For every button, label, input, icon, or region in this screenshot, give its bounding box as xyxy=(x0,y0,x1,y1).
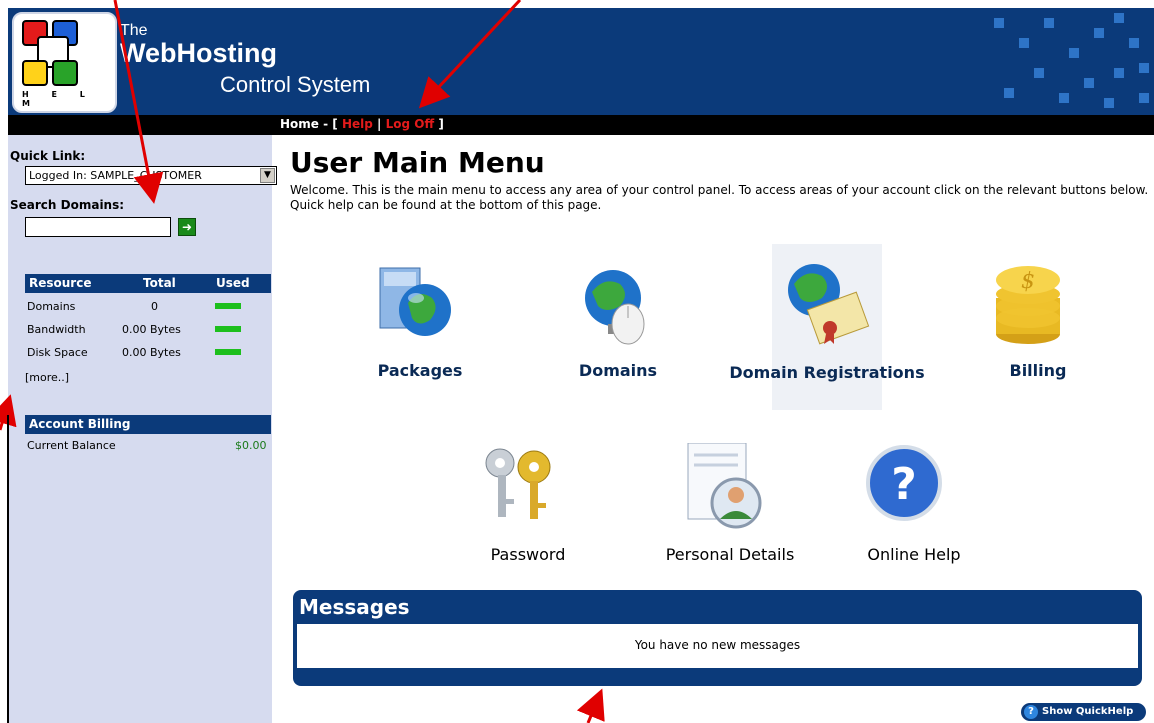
domains-icon xyxy=(585,270,645,345)
online-help-button[interactable]: ? Online Help xyxy=(864,443,964,573)
messages-text: You have no new messages xyxy=(634,638,801,652)
domains-button[interactable]: Domains xyxy=(568,258,668,388)
search-domains-label: Search Domains: xyxy=(10,198,125,212)
domains-label: Domains xyxy=(578,361,658,380)
online-help-label: Online Help xyxy=(867,545,961,564)
more-resources-link[interactable]: [more..] xyxy=(25,371,69,384)
col-total: Total xyxy=(143,276,176,290)
messages-body: You have no new messages xyxy=(297,624,1138,668)
messages-title: Messages xyxy=(299,595,410,619)
help-icon: ? xyxy=(866,445,942,521)
svg-text:?: ? xyxy=(891,459,917,510)
page-title: User Main Menu xyxy=(290,146,545,179)
resource-total: 0.00 Bytes xyxy=(122,346,181,359)
helm-logo: H E L M xyxy=(12,12,117,113)
resource-total: 0.00 Bytes xyxy=(122,323,181,336)
sidebar: Quick Link: Logged In: SAMPLE_CUSTOMER ▼… xyxy=(8,135,277,723)
usage-bar xyxy=(215,349,241,355)
packages-label: Packages xyxy=(377,361,463,380)
billing-button[interactable]: $ Billing xyxy=(988,258,1088,388)
personal-details-icon xyxy=(687,443,762,529)
resource-name: Bandwidth xyxy=(27,323,86,336)
nav-links: Home - [ Help | Log Off ] xyxy=(280,117,444,131)
password-button[interactable]: Password xyxy=(478,443,578,573)
resource-name: Domains xyxy=(27,300,76,313)
messages-panel: Messages You have no new messages xyxy=(293,590,1142,686)
svg-text:$: $ xyxy=(1021,269,1035,294)
question-icon: ? xyxy=(1024,705,1038,719)
packages-button[interactable]: Packages xyxy=(370,258,470,388)
col-used: Used xyxy=(216,276,250,290)
billing-label: Billing xyxy=(1009,361,1067,380)
table-row: Bandwidth 0.00 Bytes xyxy=(25,319,271,341)
search-domains-input[interactable] xyxy=(25,217,171,237)
quicklink-select[interactable]: Logged In: SAMPLE_CUSTOMER ▼ xyxy=(25,166,277,185)
billing-icon: $ xyxy=(996,266,1060,344)
quickhelp-label: Show QuickHelp xyxy=(1042,706,1134,717)
logo-text: H E L M xyxy=(22,90,95,108)
billing-row: Current Balance $0.00 xyxy=(25,435,271,457)
resource-name: Disk Space xyxy=(27,346,88,359)
top-nav-bar: Home - [ Help | Log Off ] xyxy=(8,115,1154,135)
quicklink-value: Logged In: SAMPLE_CUSTOMER xyxy=(29,169,202,182)
nav-logoff-link[interactable]: Log Off xyxy=(386,117,435,131)
balance-label: Current Balance xyxy=(27,439,116,452)
usage-bar xyxy=(215,326,241,332)
intro-text: Welcome. This is the main menu to access… xyxy=(290,183,1149,212)
nav-home-link[interactable]: Home xyxy=(280,117,319,131)
keys-icon xyxy=(485,448,551,519)
billing-title: Account Billing xyxy=(29,417,131,431)
nav-help-link[interactable]: Help xyxy=(342,117,373,131)
domain-registrations-label: Domain Registrations xyxy=(729,363,925,382)
billing-header: Account Billing xyxy=(25,415,271,434)
usage-bar xyxy=(215,303,241,309)
app-window: H E L M The WebHosting Control System Ho… xyxy=(0,0,1154,723)
nav-separator: - [ xyxy=(318,117,342,131)
search-go-icon[interactable]: ➜ xyxy=(178,218,196,236)
table-row: Disk Space 0.00 Bytes xyxy=(25,342,271,364)
nav-separator: | xyxy=(372,117,386,131)
show-quickhelp-button[interactable]: ? Show QuickHelp xyxy=(1021,703,1146,721)
password-label: Password xyxy=(490,545,566,564)
nav-separator: ] xyxy=(434,117,444,131)
header-decoration xyxy=(964,8,1154,115)
arrow-annotation xyxy=(576,688,605,723)
col-resource: Resource xyxy=(29,276,92,290)
app-title: WebHosting xyxy=(120,38,277,68)
personal-details-button[interactable]: Personal Details xyxy=(666,443,794,573)
chevron-down-icon[interactable]: ▼ xyxy=(260,168,275,183)
resource-total: 0 xyxy=(151,300,158,313)
domain-registrations-icon xyxy=(788,264,870,345)
quicklink-label: Quick Link: xyxy=(10,149,86,163)
resource-table-header: Resource Total Used xyxy=(25,274,271,293)
table-row: Domains 0 xyxy=(25,296,271,318)
app-subtitle: Control System xyxy=(220,72,371,97)
balance-value: $0.00 xyxy=(235,439,267,452)
domain-registrations-button[interactable]: Domain Registrations xyxy=(729,244,925,410)
header-banner: H E L M The WebHosting Control System xyxy=(8,8,1154,115)
packages-icon xyxy=(379,267,451,336)
